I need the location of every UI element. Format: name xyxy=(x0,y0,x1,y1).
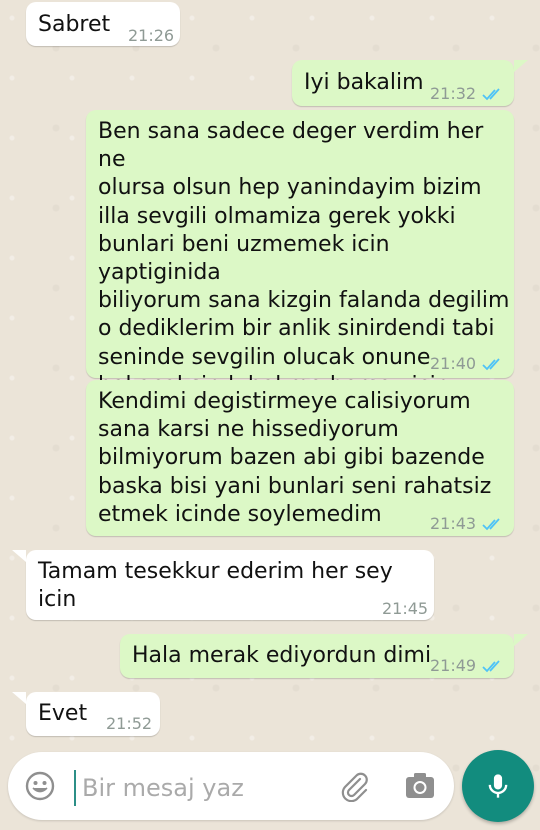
message-time: 21:52 xyxy=(106,714,153,733)
message-composer xyxy=(8,752,454,820)
paperclip-icon[interactable] xyxy=(338,770,370,802)
message-bubble-outgoing[interactable]: Kendimi degistirmeye calisiyorum sana ka… xyxy=(86,380,514,536)
message-text: Evet xyxy=(38,701,88,726)
message-bubble-outgoing[interactable]: Iyi bakalim 21:32 xyxy=(292,60,514,106)
mic-icon xyxy=(488,774,508,798)
message-bubble-incoming[interactable]: Sabret 21:26 xyxy=(26,2,180,46)
message-input[interactable] xyxy=(74,770,334,806)
message-text: Tamam tesekkur ederim her sey icin xyxy=(38,559,393,613)
message-time: 21:26 xyxy=(128,26,175,45)
message-bubble-incoming[interactable]: Tamam tesekkur ederim her sey icin 21:45 xyxy=(26,550,434,620)
bubble-tail xyxy=(12,550,26,562)
message-bubble-incoming[interactable]: Evet 21:52 xyxy=(26,692,160,736)
message-bubble-outgoing[interactable]: Ben sana sadece deger verdim her ne olur… xyxy=(86,110,514,398)
read-receipt-icon xyxy=(482,88,500,101)
read-receipt-icon xyxy=(482,660,500,673)
bubble-tail xyxy=(514,60,528,72)
message-meta: 21:40 xyxy=(430,350,504,378)
message-bubble-outgoing[interactable]: Hala merak ediyordun dimi 21:49 xyxy=(120,634,514,678)
emoji-icon[interactable] xyxy=(24,770,56,802)
message-meta: 21:43 xyxy=(430,510,504,538)
message-text: Iyi bakalim xyxy=(304,70,424,95)
message-text: Kendimi degistirmeye calisiyorum sana ka… xyxy=(98,389,492,527)
read-receipt-icon xyxy=(482,518,500,531)
bubble-tail xyxy=(12,692,26,704)
message-meta: 21:32 xyxy=(430,80,504,108)
message-meta: 21:49 xyxy=(430,652,504,680)
camera-icon[interactable] xyxy=(404,770,436,802)
mic-button[interactable] xyxy=(462,750,534,822)
message-time: 21:45 xyxy=(382,599,429,618)
bubble-tail xyxy=(514,634,528,646)
read-receipt-icon xyxy=(482,358,500,371)
message-text: Sabret xyxy=(38,12,111,37)
message-text: Hala merak ediyordun dimi xyxy=(132,643,432,668)
